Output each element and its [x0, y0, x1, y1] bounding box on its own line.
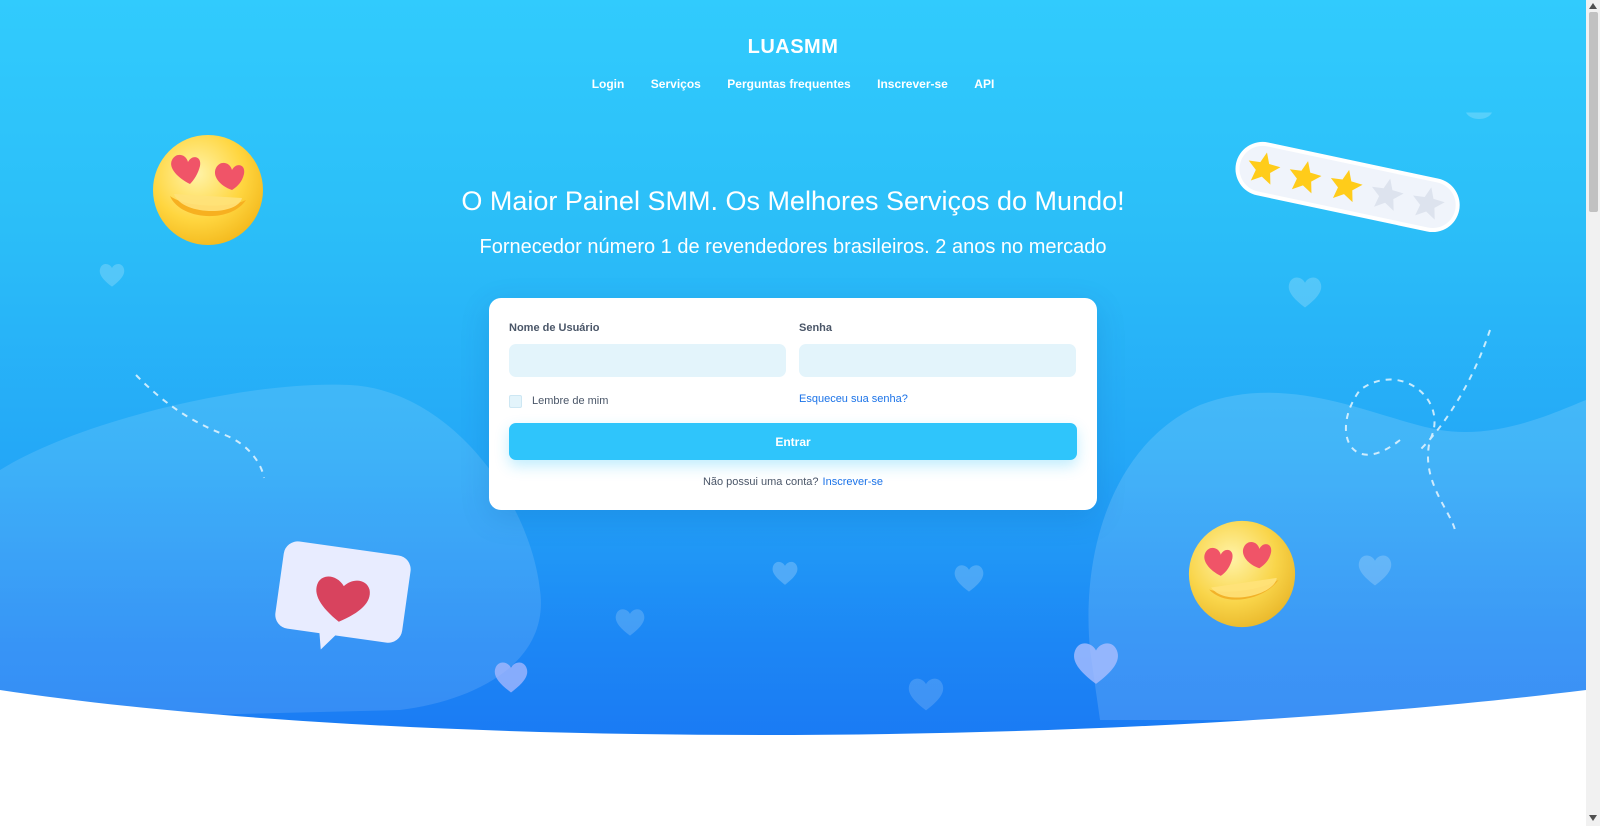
- heart-icon: [772, 561, 798, 585]
- heart-icon: [954, 565, 984, 592]
- password-input[interactable]: [799, 344, 1076, 377]
- login-card: Nome de Usuário Senha Lembre de mim Esqu…: [489, 298, 1097, 510]
- no-account-text: Não possui uma conta?: [702, 476, 819, 488]
- page-viewport: LUASMM Login Serviços Perguntas frequent…: [0, 0, 1586, 826]
- hero-bottom-wave: [0, 690, 1586, 826]
- scroll-up-arrow-icon[interactable]: [1588, 2, 1598, 10]
- hero-subline: Fornecedor número 1 de revendedores bras…: [479, 236, 1107, 258]
- hero-headline: O Maior Painel SMM. Os Melhores Serviços…: [461, 186, 1125, 216]
- login-button[interactable]: Entrar: [509, 423, 1077, 460]
- remember-label: Lembre de mim: [532, 395, 609, 407]
- forgot-password-link[interactable]: Esqueceu sua senha?: [799, 393, 908, 405]
- password-label: Senha: [799, 322, 833, 334]
- top-nav: Login Serviços Perguntas frequentes Insc…: [0, 75, 1586, 93]
- hero-section: LUASMM Login Serviços Perguntas frequent…: [0, 0, 1586, 760]
- scrollbar-thumb[interactable]: [1589, 12, 1598, 212]
- signup-link[interactable]: Inscrever-se: [823, 476, 884, 488]
- nav-login[interactable]: Login: [592, 77, 625, 91]
- nav-faq[interactable]: Perguntas frequentes: [727, 77, 850, 91]
- nav-services[interactable]: Serviços: [651, 77, 701, 91]
- brand-logo[interactable]: LUASMM: [0, 36, 1586, 59]
- heart-chat-bubble-icon: [275, 541, 411, 650]
- remember-checkbox[interactable]: [509, 395, 522, 408]
- username-label: Nome de Usuário: [509, 322, 600, 334]
- nav-api[interactable]: API: [974, 77, 994, 91]
- heart-icon: [615, 609, 645, 636]
- star-rating-icon: [1235, 141, 1460, 233]
- scroll-down-arrow-icon[interactable]: [1588, 814, 1598, 822]
- heart-icon: [99, 264, 125, 287]
- username-input[interactable]: [509, 344, 786, 377]
- heart-icon: [1288, 277, 1322, 308]
- heart-eyes-emoji-icon: [1188, 520, 1296, 628]
- heart-icon: [1358, 555, 1392, 586]
- signup-row: Não possui uma conta? Inscrever-se: [489, 476, 1097, 488]
- nav-signup[interactable]: Inscrever-se: [877, 77, 948, 91]
- heart-icon: [1466, 112, 1492, 119]
